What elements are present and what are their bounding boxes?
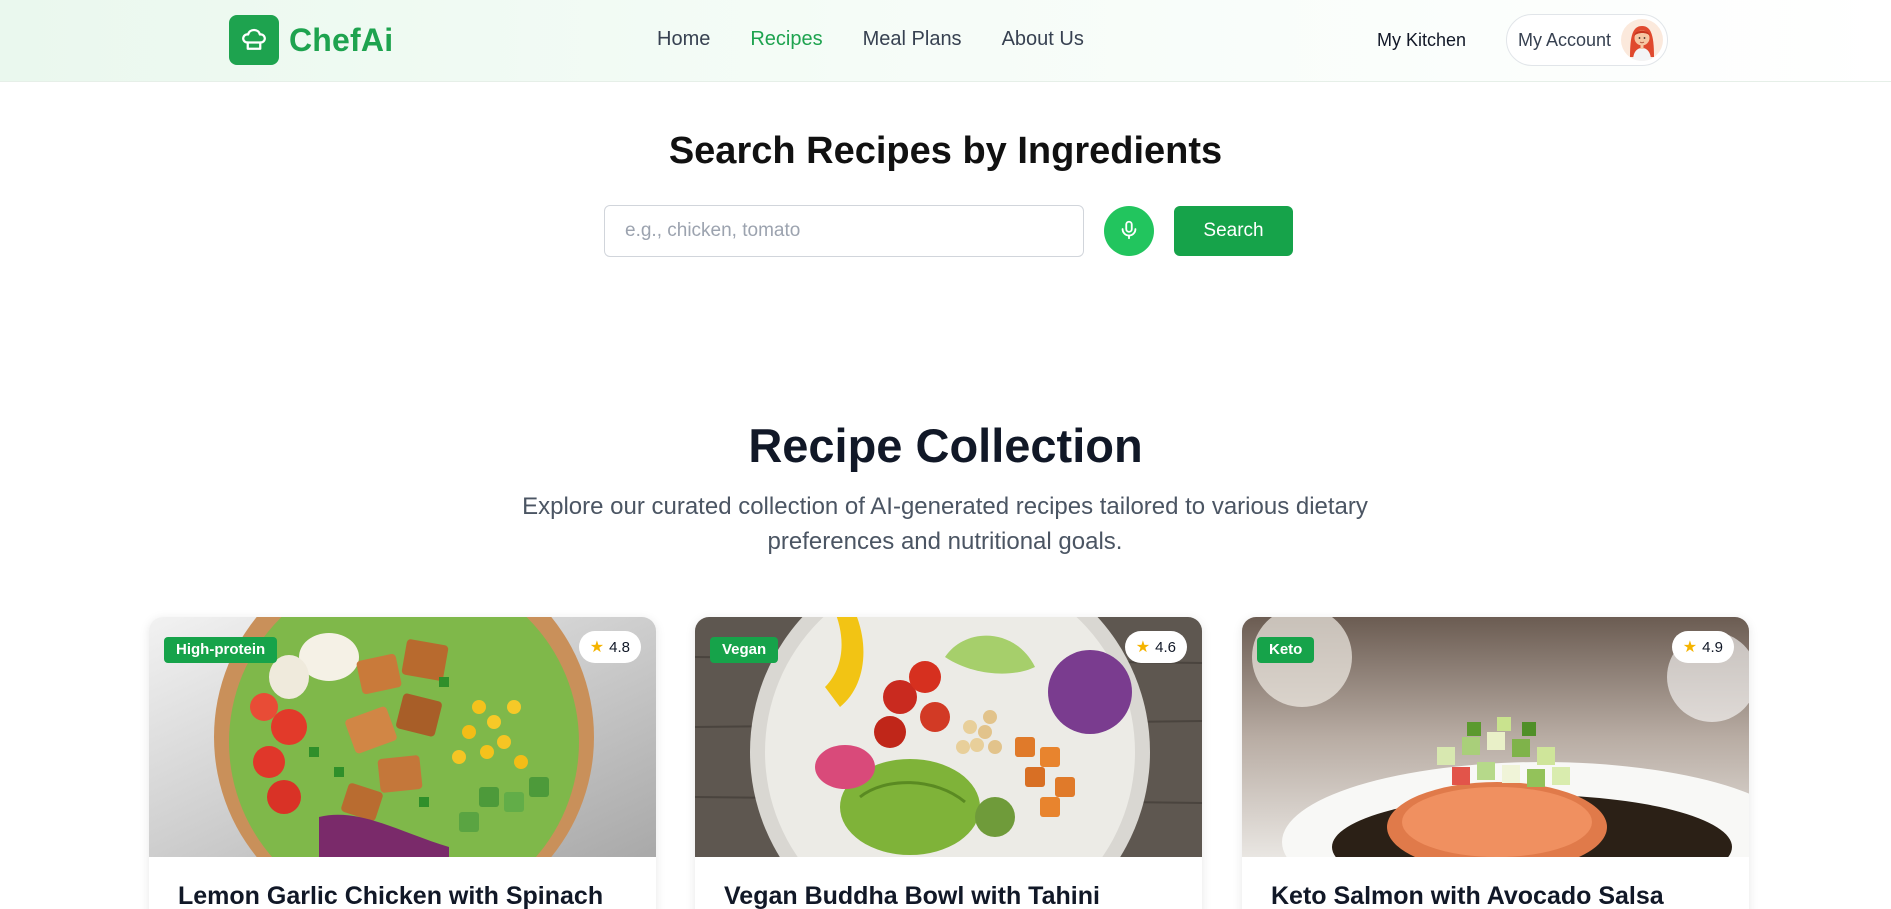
nav-home[interactable]: Home xyxy=(657,28,710,51)
recipe-title: Keto Salmon with Avocado Salsa xyxy=(1271,882,1664,909)
avatar xyxy=(1621,19,1663,61)
top-navbar: ChefAi Home Recipes Meal Plans About Us … xyxy=(0,0,1891,82)
search-title: Search Recipes by Ingredients xyxy=(668,130,1223,172)
main-nav: Home Recipes Meal Plans About Us xyxy=(657,28,1084,51)
diet-tag-badge: Keto xyxy=(1257,637,1315,663)
recipe-image: High-protein ★ 4.8 xyxy=(149,617,656,857)
recipe-card[interactable]: Vegan ★ 4.6 Vegan Buddha Bowl with Tahin… xyxy=(695,617,1202,909)
voice-search-button[interactable] xyxy=(1104,206,1154,256)
nav-about-us[interactable]: About Us xyxy=(1002,28,1084,51)
recipe-image: Keto ★ 4.9 xyxy=(1242,617,1749,857)
star-icon: ★ xyxy=(589,639,605,656)
recipe-card[interactable]: Keto ★ 4.9 Keto Salmon with Avocado Sals… xyxy=(1242,617,1749,909)
diet-tag-badge: Vegan xyxy=(710,637,779,663)
search-button[interactable]: Search xyxy=(1174,206,1293,256)
recipe-title: Lemon Garlic Chicken with Spinach xyxy=(178,882,604,909)
rating-badge: ★ 4.8 xyxy=(578,631,641,663)
my-account-label: My Account xyxy=(1518,29,1612,50)
recipe-image: Vegan ★ 4.6 xyxy=(695,617,1202,857)
recipe-title: Vegan Buddha Bowl with Tahini xyxy=(724,882,1100,909)
rating-badge: ★ 4.6 xyxy=(1124,631,1187,663)
nav-meal-plans[interactable]: Meal Plans xyxy=(863,28,962,51)
star-icon: ★ xyxy=(1135,639,1151,656)
rating-value: 4.8 xyxy=(609,638,630,656)
brand-name: ChefAi xyxy=(289,21,394,58)
rating-value: 4.9 xyxy=(1702,638,1723,656)
microphone-icon xyxy=(1118,219,1140,244)
my-kitchen-link[interactable]: My Kitchen xyxy=(1377,30,1466,51)
chef-hat-icon xyxy=(229,15,279,65)
collection-subtitle: Explore our curated collection of AI-gen… xyxy=(522,493,1368,555)
collection-title: Recipe Collection xyxy=(748,419,1143,472)
recipe-card[interactable]: High-protein ★ 4.8 Lemon Garlic Chicken … xyxy=(149,617,656,909)
ingredient-search-input[interactable] xyxy=(604,205,1084,257)
nav-recipes[interactable]: Recipes xyxy=(750,28,822,51)
brand-logo[interactable]: ChefAi xyxy=(229,15,393,65)
star-icon: ★ xyxy=(1682,639,1698,656)
diet-tag-badge: High-protein xyxy=(164,637,278,663)
rating-badge: ★ 4.9 xyxy=(1671,631,1734,663)
rating-value: 4.6 xyxy=(1155,638,1176,656)
my-account-button[interactable]: My Account xyxy=(1506,14,1668,66)
